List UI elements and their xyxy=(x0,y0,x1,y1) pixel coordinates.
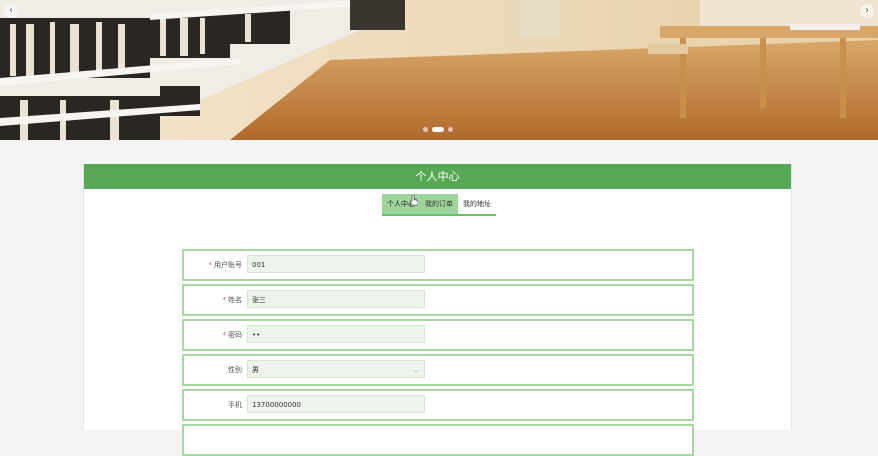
carousel-dot-active[interactable] xyxy=(432,127,444,132)
form-row-username: * 用户账号 001 xyxy=(182,249,694,281)
gender-select-value: 男 xyxy=(252,366,259,374)
phone-input[interactable]: 13700000000 xyxy=(247,395,425,413)
hand-cursor-icon xyxy=(410,195,418,206)
required-mark: * xyxy=(222,296,227,304)
password-label: * 密码 xyxy=(222,331,243,339)
carousel-indicators xyxy=(423,127,453,132)
username-input[interactable]: 001 xyxy=(247,255,425,273)
gender-label: 性别 xyxy=(228,366,242,374)
tab-my-orders[interactable]: 我的订单 xyxy=(420,194,458,214)
username-label: * 用户账号 xyxy=(208,261,243,269)
form-row-name: * 姓名 张三 xyxy=(182,284,694,316)
form-row-next xyxy=(182,424,694,456)
form-row-password: * 密码 •• xyxy=(182,319,694,351)
required-mark: * xyxy=(208,261,213,269)
phone-label: 手机 xyxy=(228,401,242,409)
panel-title: 个人中心 xyxy=(84,164,791,189)
gender-select[interactable]: 男 ⌄ xyxy=(247,360,425,378)
carousel-dot[interactable] xyxy=(423,127,428,132)
carousel-next-button[interactable]: › xyxy=(860,4,874,18)
personal-center-panel: 个人中心 个人中心 我的订单 我的地址 * 用户账号 001 * 姓名 张三 * 密码… xyxy=(83,164,792,456)
tab-my-address[interactable]: 我的地址 xyxy=(458,194,496,214)
form-row-gender: 性别 男 ⌄ xyxy=(182,354,694,386)
chevron-right-icon: › xyxy=(865,5,869,16)
form-row-phone: 手机 13700000000 xyxy=(182,389,694,421)
carousel-prev-button[interactable]: ‹ xyxy=(4,4,18,18)
name-label: * 姓名 xyxy=(222,296,243,304)
tab-bar: 个人中心 我的订单 我的地址 xyxy=(382,194,496,216)
chevron-down-icon: ⌄ xyxy=(413,366,419,374)
name-input[interactable]: 张三 xyxy=(247,290,425,308)
library-banner-image xyxy=(0,0,878,140)
password-input[interactable]: •• xyxy=(247,325,425,343)
chevron-left-icon: ‹ xyxy=(9,5,13,16)
carousel-dot[interactable] xyxy=(448,127,453,132)
required-mark: * xyxy=(222,331,227,339)
hero-banner-carousel: ‹ › xyxy=(0,0,878,140)
